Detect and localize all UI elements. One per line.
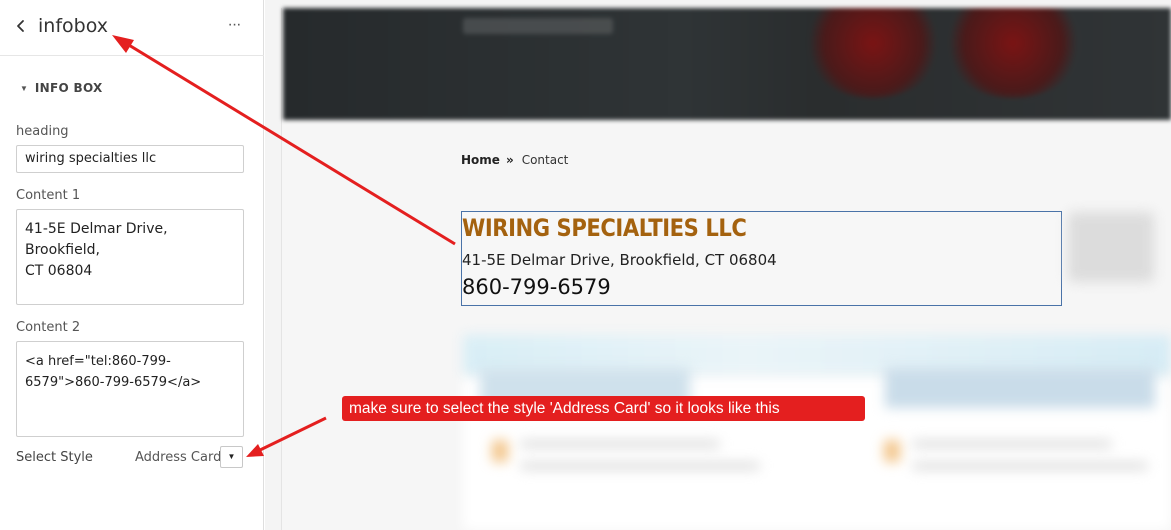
- section-toggle-info-box[interactable]: ▼ INFO BOX: [20, 78, 103, 98]
- blurred-text-line: [912, 462, 1148, 470]
- back-button[interactable]: infobox: [14, 12, 114, 40]
- blurred-card-right: [885, 368, 1155, 408]
- more-options-button[interactable]: ···: [222, 14, 246, 38]
- breadcrumb-current: Contact: [521, 153, 569, 167]
- blurred-graphic-left: [803, 8, 943, 98]
- breadcrumb: Home » Contact: [461, 153, 568, 167]
- heading-input[interactable]: wiring specialties llc: [16, 145, 244, 173]
- panel-header: infobox ···: [0, 0, 264, 56]
- blurred-text-line: [912, 440, 1112, 448]
- style-dropdown-button[interactable]: ▼: [220, 446, 243, 468]
- infobox-address: 41-5E Delmar Drive, Brookfield, CT 06804: [462, 251, 777, 269]
- content1-textarea[interactable]: 41-5E Delmar Drive, Brookfield, CT 06804: [16, 209, 244, 305]
- editor-panel: infobox ··· ▼ INFO BOX heading wiring sp…: [0, 0, 264, 530]
- caret-down-icon: ▼: [20, 83, 28, 93]
- infobox-address-card[interactable]: WIRING SPECIALTIES LLC 41-5E Delmar Driv…: [461, 211, 1062, 306]
- breadcrumb-separator: »: [505, 153, 514, 167]
- blurred-icon-left: [492, 440, 508, 462]
- annotation-callout: make sure to select the style 'Address C…: [342, 396, 865, 421]
- content2-label: Content 2: [16, 320, 81, 335]
- blurred-text-line: [520, 440, 720, 448]
- blurred-icon-right: [884, 440, 900, 462]
- content1-label: Content 1: [16, 188, 81, 203]
- selected-style-value[interactable]: Address Card: [135, 450, 221, 465]
- infobox-phone-link[interactable]: 860-799-6579: [462, 275, 611, 299]
- blurred-text-line: [520, 462, 760, 470]
- chevron-left-icon: [17, 20, 24, 32]
- hero-banner-image: [283, 8, 1171, 120]
- blurred-logo: [463, 18, 613, 34]
- panel-title: infobox: [38, 15, 108, 37]
- heading-label: heading: [16, 124, 69, 139]
- blurred-side-widget: [1068, 212, 1154, 282]
- blurred-graphic-right: [943, 8, 1083, 98]
- section-label: INFO BOX: [34, 81, 103, 95]
- content2-textarea[interactable]: <a href="tel:860-799- 6579">860-799-6579…: [16, 341, 244, 437]
- breadcrumb-home-link[interactable]: Home: [461, 153, 500, 167]
- infobox-heading: WIRING SPECIALTIES LLC: [462, 214, 747, 242]
- select-style-label: Select Style: [16, 450, 93, 465]
